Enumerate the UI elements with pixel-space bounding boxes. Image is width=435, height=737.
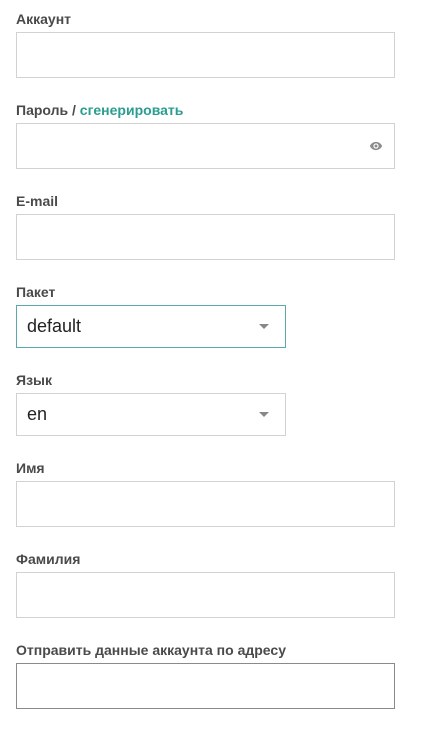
first-name-field: Имя xyxy=(16,460,395,527)
language-field: Язык en xyxy=(16,372,286,436)
package-selected-value: default xyxy=(27,316,82,336)
email-input[interactable] xyxy=(16,214,395,260)
last-name-field: Фамилия xyxy=(16,551,395,618)
email-field: E-mail xyxy=(16,193,395,260)
password-field: Пароль / сгенерировать xyxy=(16,102,395,169)
chevron-down-icon xyxy=(259,324,269,329)
password-input[interactable] xyxy=(16,123,395,169)
password-label: Пароль / сгенерировать xyxy=(16,102,183,118)
account-field: Аккаунт xyxy=(16,11,395,78)
send-to-field: Отправить данные аккаунта по адресу xyxy=(16,642,395,709)
send-to-input[interactable] xyxy=(16,663,395,709)
account-form: Аккаунт Пароль / сгенерировать E-mail Па… xyxy=(0,0,435,737)
package-field: Пакет default xyxy=(16,284,286,348)
package-select[interactable]: default xyxy=(16,305,286,348)
label-separator: / xyxy=(68,102,80,118)
language-select[interactable]: en xyxy=(16,393,286,436)
package-label: Пакет xyxy=(16,284,56,300)
first-name-label: Имя xyxy=(16,460,45,476)
last-name-label: Фамилия xyxy=(16,551,81,567)
account-input[interactable] xyxy=(16,32,395,78)
language-selected-value: en xyxy=(27,404,48,424)
account-label: Аккаунт xyxy=(16,11,72,27)
email-label: E-mail xyxy=(16,193,59,209)
chevron-down-icon xyxy=(259,412,269,417)
send-to-label: Отправить данные аккаунта по адресу xyxy=(16,642,286,658)
first-name-input[interactable] xyxy=(16,481,395,527)
last-name-input[interactable] xyxy=(16,572,395,618)
password-label-text: Пароль xyxy=(16,102,69,118)
language-label: Язык xyxy=(16,372,52,388)
generate-password-link[interactable]: сгенерировать xyxy=(80,102,184,118)
eye-icon[interactable] xyxy=(369,139,383,153)
